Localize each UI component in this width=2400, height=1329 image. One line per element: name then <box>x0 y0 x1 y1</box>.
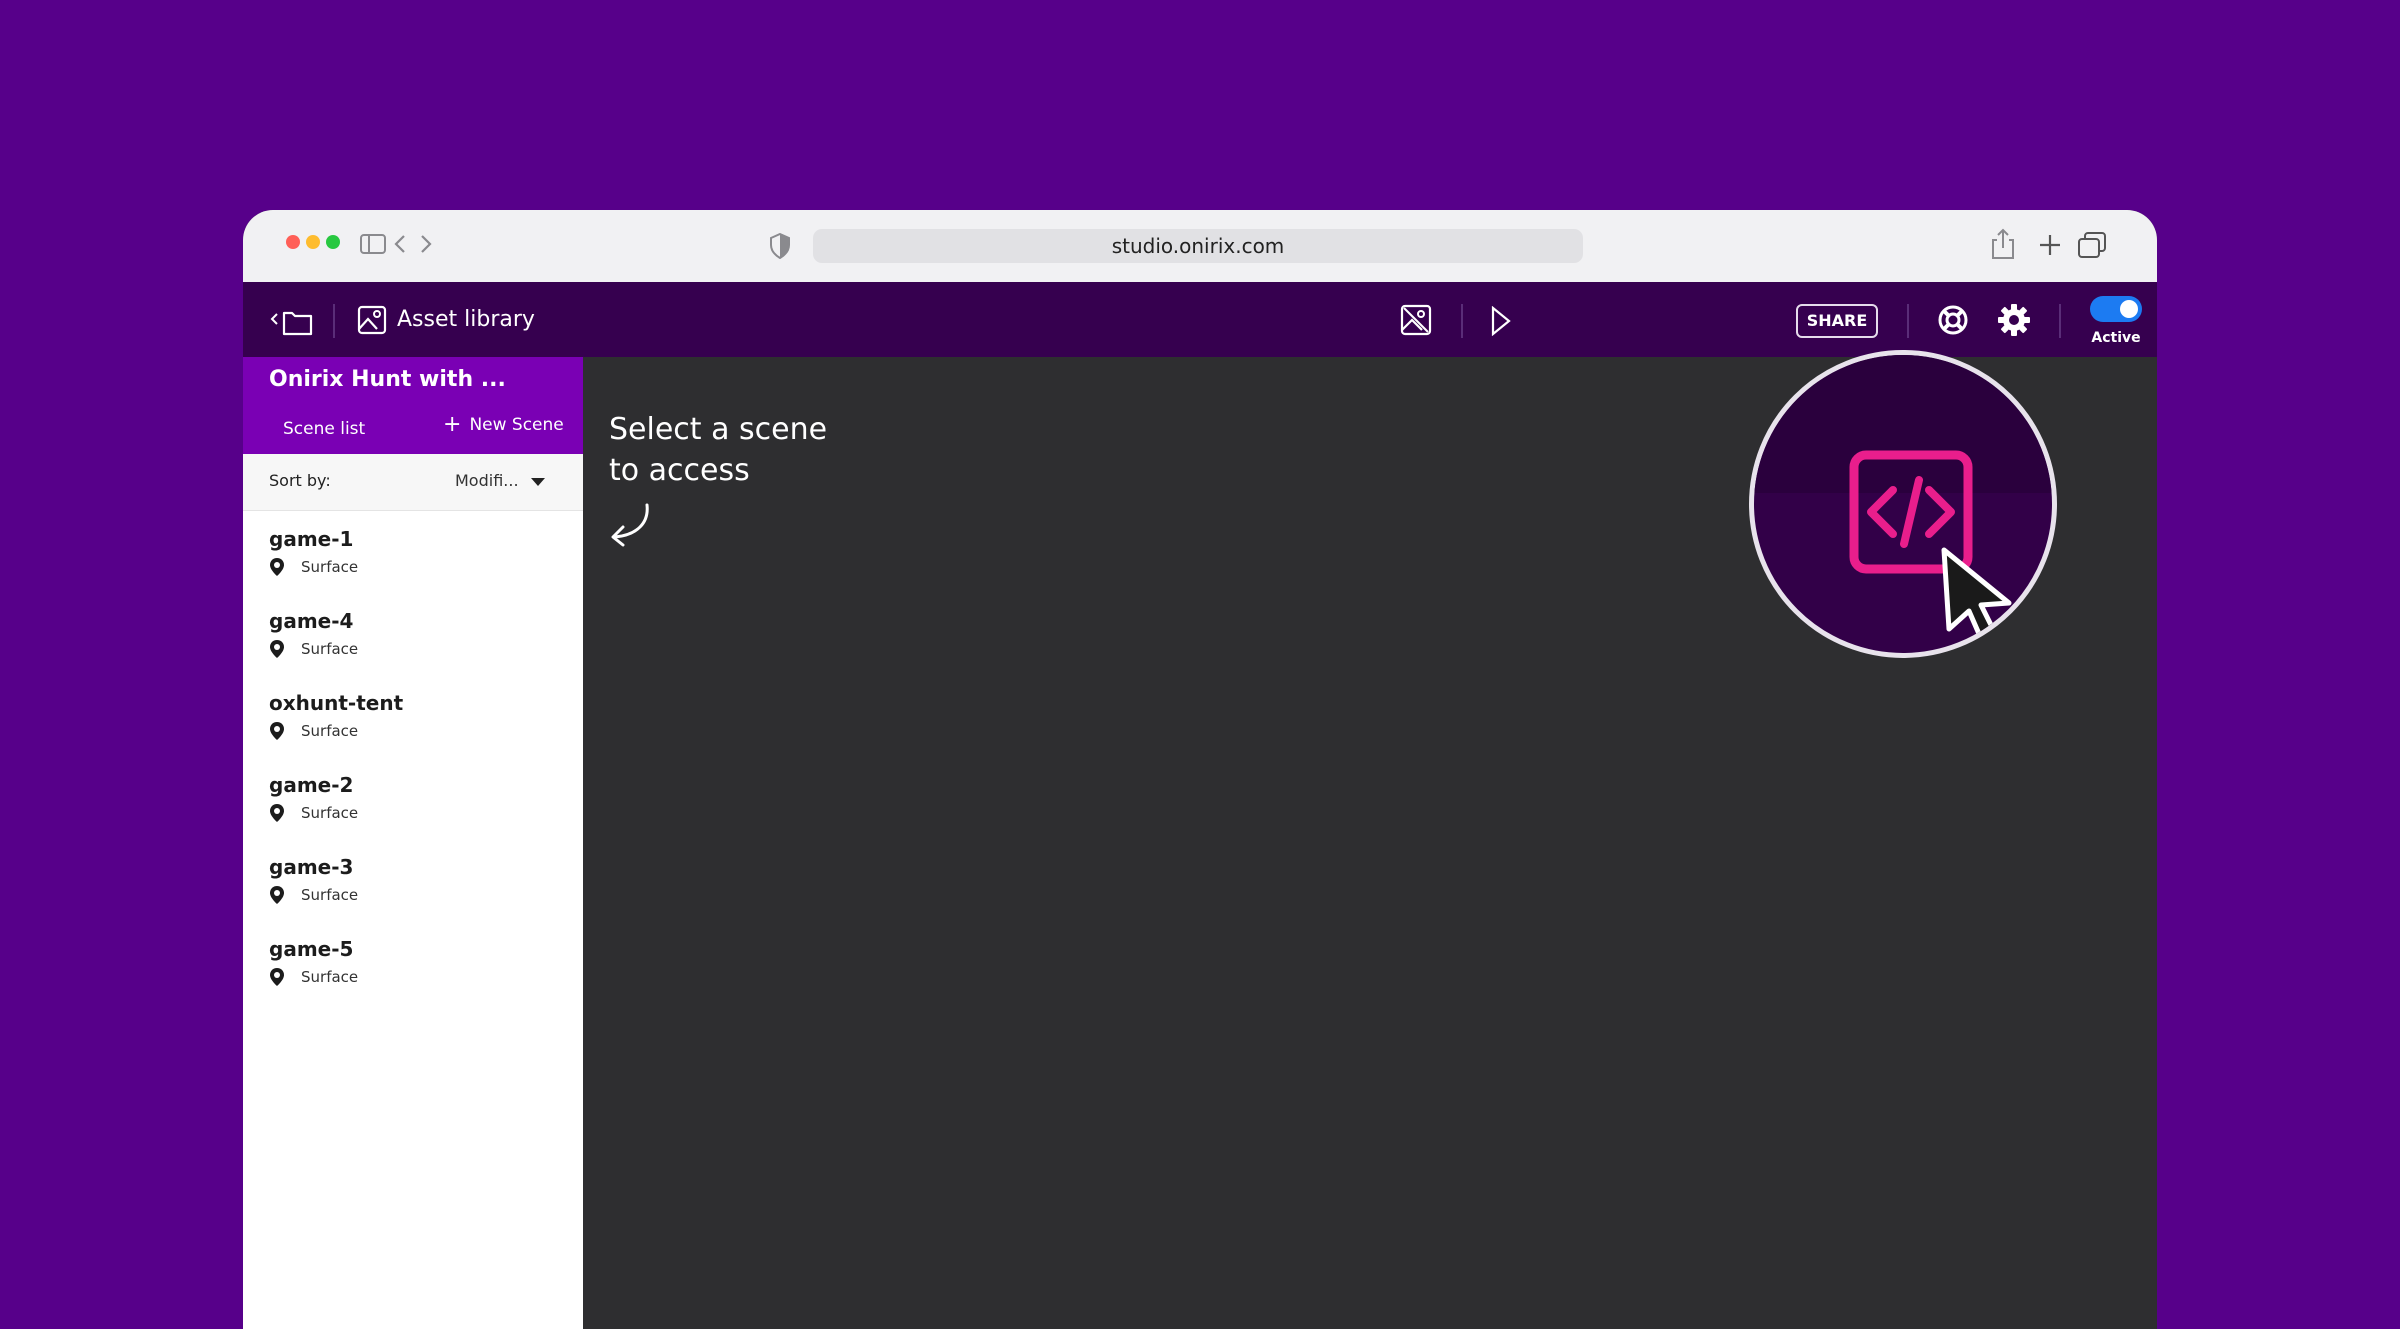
sidebar-header: Onirix Hunt with ... Scene list + New Sc… <box>243 357 583 454</box>
image-icon[interactable] <box>357 305 387 335</box>
help-lifebuoy-icon[interactable] <box>1937 304 1969 336</box>
scene-list-tab[interactable]: Scene list <box>283 419 365 439</box>
address-bar[interactable]: studio.onirix.com <box>813 229 1583 263</box>
scene-item[interactable]: game-5 Surface <box>243 937 583 1019</box>
tab-overview-icon[interactable] <box>2077 231 2107 259</box>
scene-sidebar: Onirix Hunt with ... Scene list + New Sc… <box>243 357 583 1329</box>
scene-item[interactable]: game-2 Surface <box>243 773 583 855</box>
toolbar-separator <box>1907 304 1909 338</box>
new-tab-icon[interactable] <box>2038 233 2062 257</box>
privacy-shield-icon[interactable] <box>769 233 791 259</box>
play-icon[interactable] <box>1490 306 1512 336</box>
back-to-projects-button[interactable] <box>269 307 315 337</box>
back-arrow-icon[interactable] <box>393 234 407 254</box>
select-scene-hint: Select a scene to access <box>609 409 827 491</box>
toggle-knob <box>2120 300 2138 318</box>
image-preview-icon[interactable] <box>1400 304 1432 336</box>
scene-name: game-1 <box>269 527 354 551</box>
scene-type: Surface <box>301 722 359 740</box>
scene-type: Surface <box>301 640 359 658</box>
sort-select[interactable]: Modifi... <box>455 471 519 490</box>
hint-line-1: Select a scene <box>609 412 828 447</box>
zoom-window-button[interactable] <box>326 235 340 249</box>
magnifier-callout <box>1749 350 2057 658</box>
scene-item[interactable]: game-3 Surface <box>243 855 583 937</box>
browser-window: studio.onirix.com Asset library SHARE Ac… <box>243 210 2157 1329</box>
location-pin-icon <box>270 804 284 822</box>
scene-type: Surface <box>301 558 359 576</box>
toolbar-separator <box>1461 304 1463 338</box>
hint-line-2: to access <box>609 453 750 488</box>
location-pin-icon <box>270 640 284 658</box>
scene-item[interactable]: game-1 Surface <box>243 527 583 609</box>
scene-name: oxhunt-tent <box>269 691 404 715</box>
location-pin-icon <box>270 968 284 986</box>
url-text: studio.onirix.com <box>1111 234 1285 258</box>
toolbar-separator <box>2059 304 2061 338</box>
location-pin-icon <box>270 722 284 740</box>
asset-library-link[interactable]: Asset library <box>397 303 535 337</box>
caret-down-icon[interactable] <box>531 478 545 486</box>
scene-item[interactable]: game-4 Surface <box>243 609 583 691</box>
scene-name: game-5 <box>269 937 354 961</box>
scene-name: game-4 <box>269 609 354 633</box>
browser-chrome: studio.onirix.com <box>243 210 2157 282</box>
scene-type: Surface <box>301 886 359 904</box>
location-pin-icon <box>270 558 284 576</box>
forward-arrow-icon[interactable] <box>419 234 433 254</box>
active-toggle[interactable] <box>2090 296 2142 322</box>
minimize-window-button[interactable] <box>306 235 320 249</box>
active-label: Active <box>2091 330 2141 346</box>
plus-icon: + <box>443 412 462 437</box>
toolbar-separator <box>333 304 335 338</box>
scene-name: game-3 <box>269 855 354 879</box>
close-window-button[interactable] <box>286 235 300 249</box>
scene-item[interactable]: oxhunt-tent Surface <box>243 691 583 773</box>
scene-list: game-1 Surface game-4 Surface oxhunt-ten… <box>243 527 583 1019</box>
new-scene-label: New Scene <box>469 415 564 435</box>
settings-gear-icon[interactable] <box>1997 303 2031 337</box>
project-title: Onirix Hunt with ... <box>269 367 506 392</box>
new-scene-button[interactable]: + New Scene <box>443 412 564 437</box>
scene-type: Surface <box>301 804 359 822</box>
sort-label: Sort by: <box>269 471 331 490</box>
sort-row: Sort by: Modifi... <box>243 454 583 511</box>
share-button[interactable]: SHARE <box>1796 304 1878 338</box>
mouse-cursor-icon <box>1941 547 2012 645</box>
share-page-icon[interactable] <box>1990 228 2016 260</box>
sidebar-toggle-icon[interactable] <box>360 234 386 254</box>
curved-arrow-icon <box>611 503 649 547</box>
location-pin-icon <box>270 886 284 904</box>
scene-type: Surface <box>301 968 359 986</box>
app-toolbar: Asset library SHARE Active <box>243 282 2157 357</box>
scene-name: game-2 <box>269 773 354 797</box>
